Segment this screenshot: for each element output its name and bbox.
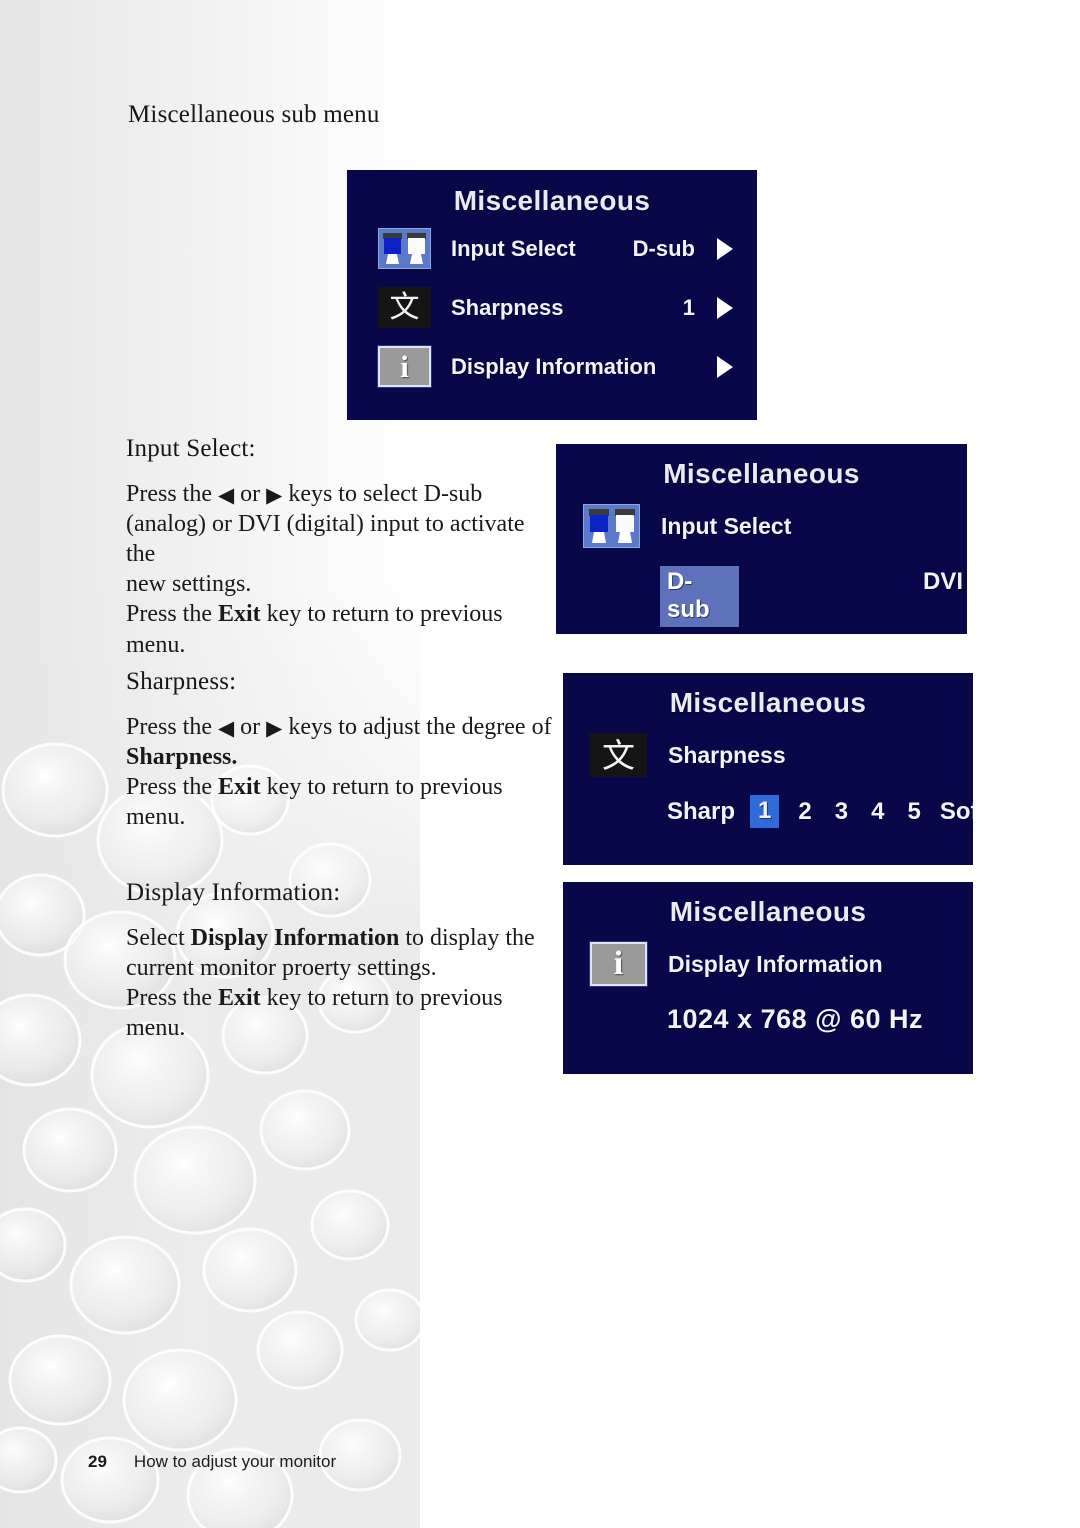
input-select-options: D-sub DVI xyxy=(556,566,967,627)
option-dvi[interactable]: DVI xyxy=(919,566,967,627)
chevron-right-icon[interactable] xyxy=(717,355,733,378)
input-select-line-3: new settings. xyxy=(126,571,252,598)
han-character-glyph: 文 xyxy=(389,289,420,325)
osd-main-menu-panel: Miscellaneous Input Select D-sub 文 Sharp… xyxy=(347,170,757,420)
display-information-row: i Display Information xyxy=(563,941,973,987)
left-triangle-icon: ◀ xyxy=(218,482,235,507)
osd-input-select-panel: Miscellaneous Input Select D-sub DVI xyxy=(556,444,967,634)
display-info-icon: i xyxy=(377,345,432,388)
display-info-icon: i xyxy=(589,941,648,987)
input-select-line-1: Press the ◀ or ▶ keys to select D-sub xyxy=(126,480,483,507)
menu-label-input-select: Input Select xyxy=(451,235,576,261)
sharpness-scale: Sharp 1 2 3 4 5 Soft xyxy=(563,795,973,828)
osd-input-select-title: Miscellaneous xyxy=(663,458,860,489)
sharpness-level-1[interactable]: 1 xyxy=(750,795,780,828)
footer-chapter-title: How to adjust your monitor xyxy=(133,1452,337,1471)
left-triangle-icon: ◀ xyxy=(218,715,235,740)
display-information-line-1: Select Display Information to display th… xyxy=(126,924,535,951)
input-select-heading: Input Select: xyxy=(126,435,256,462)
sharpness-heading: Sharpness: xyxy=(126,668,237,695)
menu-label-sharpness: Sharpness xyxy=(451,294,564,320)
connector-plugs-icon xyxy=(378,228,431,269)
sharpness-level-4[interactable]: 4 xyxy=(867,796,888,828)
sharpness-panel-label: Sharpness xyxy=(668,741,786,768)
han-character-glyph: 文 xyxy=(602,735,635,775)
sharpness-line-1: Press the ◀ or ▶ keys to adjust the degr… xyxy=(126,713,552,740)
input-select-line-2: (analog) or DVI (digital) input to activ… xyxy=(126,510,525,567)
display-information-panel-label: Display Information xyxy=(668,950,883,977)
chevron-right-icon[interactable] xyxy=(717,296,733,319)
right-triangle-icon: ▶ xyxy=(266,715,283,740)
sharpness-level-5[interactable]: 5 xyxy=(903,796,924,828)
osd-sharpness-panel: Miscellaneous 文 Sharpness Sharp 1 2 3 4 … xyxy=(563,673,973,865)
sharpness-line-2: Sharpness. xyxy=(126,743,238,770)
scale-min-label: Sharp xyxy=(667,797,736,825)
right-triangle-icon: ▶ xyxy=(266,482,283,507)
display-information-heading: Display Information: xyxy=(126,879,341,906)
option-dsub[interactable]: D-sub xyxy=(660,566,739,627)
sharpness-row: 文 Sharpness xyxy=(563,733,973,777)
connector-plugs-icon xyxy=(583,504,640,548)
menu-value-sharpness: 1 xyxy=(682,294,695,320)
info-letter-glyph: i xyxy=(400,349,409,384)
han-character-icon: 文 xyxy=(378,287,431,328)
menu-value-input-select: D-sub xyxy=(632,235,695,261)
page-title: Miscellaneous sub menu xyxy=(128,101,380,128)
han-character-icon: 文 xyxy=(590,733,647,777)
sharpness-line-3: Press the Exit key to return to previous… xyxy=(126,773,503,831)
osd-main-title: Miscellaneous xyxy=(453,185,651,216)
page-footer: 29 How to adjust your monitor xyxy=(88,1452,336,1472)
sharpness-level-2[interactable]: 2 xyxy=(794,796,815,828)
menu-row-input-select[interactable]: Input Select D-sub xyxy=(347,221,757,276)
sharpness-level-3[interactable]: 3 xyxy=(831,796,852,828)
input-select-panel-label: Input Select xyxy=(661,512,792,539)
display-information-text-block: Display Information: Select Display Info… xyxy=(126,877,556,1043)
osd-display-information-title: Miscellaneous xyxy=(669,896,867,927)
scale-max-label: Soft xyxy=(939,797,973,825)
info-letter-glyph: i xyxy=(613,945,624,982)
menu-label-display-information: Display Information xyxy=(451,353,657,379)
menu-row-display-information[interactable]: i Display Information xyxy=(347,339,757,394)
display-resolution-value: 1024 x 768 @ 60 Hz xyxy=(667,1004,923,1034)
input-select-line-4: Press the Exit key to return to previous… xyxy=(126,601,503,658)
osd-sharpness-title: Miscellaneous xyxy=(669,687,867,718)
options-spacer xyxy=(739,566,919,627)
sharpness-text-block: Sharpness: Press the ◀ or ▶ keys to adju… xyxy=(126,666,556,832)
input-select-text-block: Input Select: Press the ◀ or ▶ keys to s… xyxy=(126,433,556,660)
input-select-row: Input Select xyxy=(556,504,967,548)
menu-row-sharpness[interactable]: 文 Sharpness 1 xyxy=(347,280,757,335)
chevron-right-icon[interactable] xyxy=(717,237,733,260)
display-information-line-3: Press the Exit key to return to previous… xyxy=(126,984,503,1042)
footer-page-number: 29 xyxy=(88,1452,107,1471)
osd-display-information-panel: Miscellaneous i Display Information 1024… xyxy=(563,882,973,1074)
display-information-line-2: current monitor proerty settings. xyxy=(126,954,437,981)
